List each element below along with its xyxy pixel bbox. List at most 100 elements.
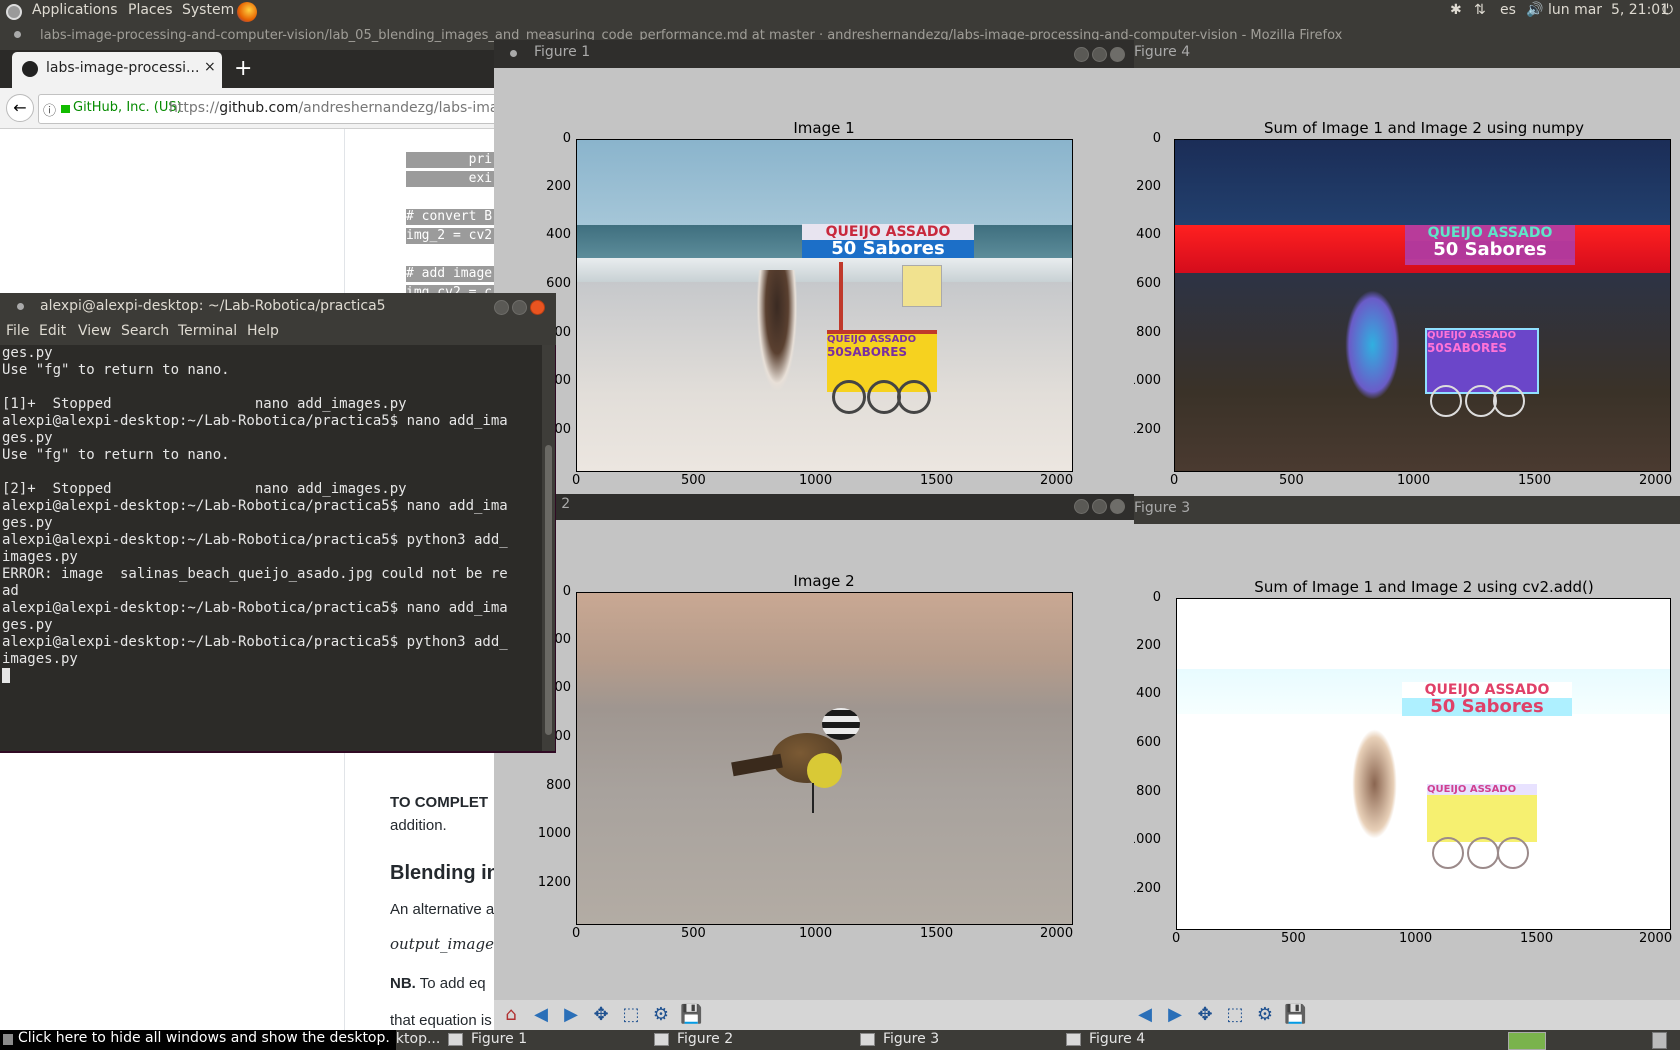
terminal-menu-help[interactable]: Help [247, 323, 279, 339]
fig2-maximize-button[interactable] [1092, 499, 1107, 514]
code-line-2: exi [406, 171, 496, 187]
terminal-menu-view[interactable]: View [78, 323, 111, 339]
terminal-menu-terminal[interactable]: Terminal [178, 323, 237, 339]
fig2-minimize-button[interactable] [1074, 499, 1089, 514]
fig3-save-icon[interactable]: 💾 [1284, 1005, 1306, 1025]
show-desktop-icon[interactable] [3, 1034, 13, 1045]
fig2-ytick-800: 800 [546, 778, 571, 793]
fig4-xtick-500: 500 [1279, 473, 1304, 488]
figure-1-title: Figure 1 [534, 44, 591, 60]
fig4-cart-text-1: QUEIJO ASSADO [1427, 330, 1517, 341]
new-tab-button[interactable]: + [234, 56, 252, 81]
terminal-menu-search[interactable]: Search [121, 323, 169, 339]
trash-icon[interactable] [1652, 1032, 1667, 1049]
taskbar-figure-1[interactable]: Figure 1 [448, 1031, 527, 1049]
network-icon[interactable]: ⇅ [1474, 2, 1486, 18]
fig3-pan-icon[interactable]: ✥ [1194, 1005, 1216, 1025]
keyboard-language[interactable]: es [1500, 2, 1516, 18]
fig1-ytick-600: 600 [546, 276, 571, 291]
terminal-output[interactable]: ges.py Use "fg" to return to nano. [1]+ S… [0, 345, 543, 751]
fig1-pole [839, 262, 843, 332]
taskbar-figure-3[interactable]: Figure 3 [860, 1031, 939, 1049]
taskbar-figure-4-label: Figure 4 [1089, 1031, 1146, 1047]
figure-app-icon [1066, 1032, 1081, 1046]
clock[interactable]: lun mar 5, 21:01 [1548, 2, 1669, 18]
fig2-xtick-1000: 1000 [799, 926, 833, 941]
terminal-line: ges.py [2, 430, 53, 446]
fig1-maximize-button[interactable] [1092, 47, 1107, 62]
terminal-line: alexpi@alexpi-desktop:~/Lab-Robotica/pra… [2, 532, 508, 548]
terminal-close-button[interactable] [530, 300, 545, 315]
fig2-xtick-1500: 1500 [920, 926, 954, 941]
site-identity[interactable]: GitHub, Inc. (US) [73, 100, 182, 115]
figure-2-titlebar[interactable]: Figure 2 [494, 492, 1134, 520]
bluetooth-icon[interactable]: ✱ [1450, 2, 1462, 18]
fig2-back-icon[interactable]: ◀ [530, 1005, 552, 1025]
fig1-xtick-0: 0 [572, 473, 581, 488]
terminal-window-menu-icon[interactable] [17, 303, 24, 310]
terminal-line: Use "fg" to return to nano. [2, 362, 230, 378]
browser-tab[interactable]: labs-image-processi... × [12, 52, 222, 88]
fig1-xtick-1000: 1000 [799, 473, 833, 488]
figure-1-titlebar[interactable]: Figure 1 [494, 40, 1134, 68]
figure-4-titlebar[interactable]: Figure 4 [1134, 40, 1680, 68]
terminal-menu-edit[interactable]: Edit [39, 323, 66, 339]
fig4-sky [1175, 140, 1670, 225]
fig2-forward-icon[interactable]: ▶ [560, 1005, 582, 1025]
fig2-close-button[interactable] [1110, 499, 1125, 514]
terminal-maximize-button[interactable] [512, 300, 527, 315]
fig2-save-icon[interactable]: 💾 [680, 1005, 702, 1025]
tab-close-icon[interactable]: × [204, 59, 216, 75]
fig2-xtick-2000: 2000 [1040, 926, 1074, 941]
fig4-wheel-1 [1430, 385, 1462, 417]
fig2-bird-head [822, 708, 860, 740]
fig1-window-menu-icon[interactable] [510, 50, 517, 57]
fig3-forward-icon[interactable]: ▶ [1164, 1005, 1186, 1025]
fig3-person [1352, 729, 1397, 839]
figure-3-titlebar[interactable]: Figure 3 [1134, 496, 1680, 524]
power-icon[interactable]: ⏻ [1662, 2, 1673, 18]
terminal-line: images.py [2, 651, 78, 667]
fig3-xtick-0: 0 [1172, 931, 1181, 946]
fig1-ytick-0: 0 [562, 131, 571, 146]
applications-menu[interactable]: Applications [32, 2, 118, 18]
fig3-zoom-icon[interactable]: ⬚ [1224, 1005, 1246, 1025]
fig4-xtick-0: 0 [1170, 473, 1179, 488]
fig2-ytick-1200: 1200 [537, 875, 571, 890]
fig2-toolbar: ⌂ ◀ ▶ ✥ ⬚ ⚙ 💾 [494, 1000, 1134, 1030]
info-icon[interactable]: ⓘ [43, 100, 56, 119]
fig2-pan-icon[interactable]: ✥ [590, 1005, 612, 1025]
fig3-axes-title: Sum of Image 1 and Image 2 using cv2.add… [1254, 578, 1594, 596]
fig1-minimize-button[interactable] [1074, 47, 1089, 62]
fig2-zoom-icon[interactable]: ⬚ [620, 1005, 642, 1025]
fig1-close-button[interactable] [1110, 47, 1125, 62]
fig3-configure-icon[interactable]: ⚙ [1254, 1005, 1276, 1025]
fig3-ytick-400: 400 [1136, 686, 1161, 701]
back-button[interactable]: ← [6, 94, 34, 122]
system-menu[interactable]: System [182, 2, 234, 18]
taskbar-figure-3-label: Figure 3 [883, 1031, 940, 1047]
fig4-cart-text-2: 50SABORES [1427, 341, 1508, 355]
taskbar-figure-4[interactable]: Figure 4 [1066, 1031, 1145, 1049]
fig2-configure-icon[interactable]: ⚙ [650, 1005, 672, 1025]
tab-title: labs-image-processi... [46, 60, 200, 76]
figure-app-icon [860, 1032, 875, 1046]
terminal-scrollbar[interactable] [542, 345, 555, 751]
fig2-home-icon[interactable]: ⌂ [500, 1005, 522, 1025]
workspace-switcher[interactable] [1508, 1032, 1546, 1050]
terminal-titlebar[interactable]: alexpi@alexpi-desktop: ~/Lab-Robotica/pr… [0, 293, 556, 321]
terminal-minimize-button[interactable] [494, 300, 509, 315]
equation-paragraph: that equation is [390, 1012, 492, 1029]
fig3-back-icon[interactable]: ◀ [1134, 1005, 1156, 1025]
volume-icon[interactable]: 🔊 [1526, 2, 1543, 18]
taskbar-figure-2[interactable]: Figure 2 [654, 1031, 733, 1049]
terminal-menu-file[interactable]: File [6, 323, 29, 339]
ubuntu-logo-icon[interactable] [6, 4, 22, 20]
window-menu-icon[interactable] [14, 31, 21, 38]
terminal-scroll-thumb[interactable] [545, 445, 552, 735]
firefox-launcher-icon[interactable] [237, 2, 257, 22]
fig2-axes-title: Image 2 [793, 572, 855, 590]
places-menu[interactable]: Places [128, 2, 173, 18]
figure-4-title: Figure 4 [1134, 44, 1191, 60]
